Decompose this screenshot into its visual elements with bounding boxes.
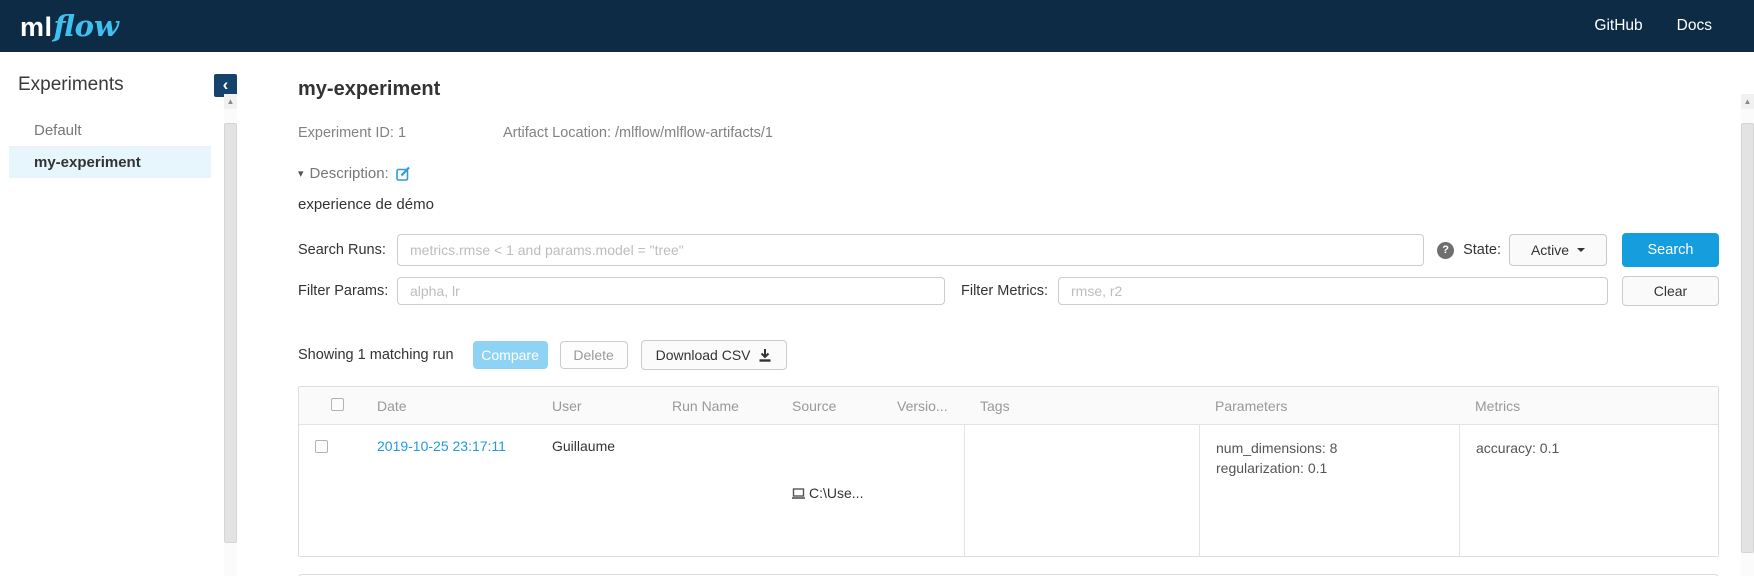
help-icon[interactable]: ? [1437,242,1454,259]
sidebar-item-default[interactable]: Default [9,115,211,147]
sidebar-item-my-experiment[interactable]: my-experiment [9,147,211,178]
runs-table: Date User Run Name Source Versio... Tags… [298,386,1719,557]
search-button[interactable]: Search [1622,233,1719,267]
artifact-location: Artifact Location: /mlflow/mlflow-artifa… [503,125,773,141]
column-header-date[interactable]: Date [361,398,536,414]
search-runs-label: Search Runs: [298,242,397,258]
download-icon [758,348,772,362]
chevron-left-icon: ‹ [223,76,229,93]
table-row: 2019-10-25 23:17:11 Guillaume C:\Use... [299,425,1718,556]
experiment-title: my-experiment [298,78,1732,101]
edit-description-icon[interactable] [396,166,411,181]
logo-ml-text: ml [20,12,53,43]
nav-docs-link[interactable]: Docs [1677,17,1712,35]
run-name-cell [656,425,776,556]
filter-params-label: Filter Params: [298,283,397,299]
delete-button[interactable]: Delete [560,341,628,369]
top-navbar: mlflow GitHub Docs [0,0,1754,52]
run-user-cell: Guillaume [536,425,656,556]
search-runs-input[interactable] [397,234,1424,266]
state-label: State: [1463,242,1501,258]
column-header-version[interactable]: Versio... [881,398,964,414]
row-checkbox[interactable] [315,440,328,453]
scroll-up-arrow-icon[interactable]: ▲ [1741,94,1754,109]
experiment-meta: Experiment ID: 1 Artifact Location: /mlf… [298,125,1732,141]
sidebar-scrollbar-thumb[interactable] [224,123,237,543]
description-caret-icon[interactable]: ▾ [298,167,304,180]
run-metrics-cell: accuracy: 0.1 [1459,425,1718,556]
description-label[interactable]: Description: [310,165,389,182]
sidebar-title: Experiments [18,74,124,96]
select-all-checkbox[interactable] [331,398,344,411]
main-scrollbar[interactable]: ▲ [1741,94,1754,576]
column-header-source[interactable]: Source [776,398,881,414]
run-date-link[interactable]: 2019-10-25 23:17:11 [377,438,506,454]
column-header-user[interactable]: User [536,398,656,414]
logo-flow-text: flow [54,9,119,43]
download-csv-button[interactable]: Download CSV [641,340,787,370]
run-parameters-cell: num_dimensions: 8 regularization: 0.1 [1199,425,1459,556]
column-header-parameters[interactable]: Parameters [1199,398,1459,414]
run-version-cell [881,425,964,556]
filter-params-input[interactable] [397,277,945,305]
navbar-links: GitHub Docs [1594,17,1712,35]
experiment-id: Experiment ID: 1 [298,125,503,141]
clear-button[interactable]: Clear [1622,276,1719,306]
experiment-main-panel: my-experiment Experiment ID: 1 Artifact … [241,52,1754,576]
dropdown-caret-icon [1577,248,1585,252]
run-source-cell: C:\Use... [776,425,881,556]
run-tags-cell [964,425,1199,556]
experiments-sidebar: Experiments ‹ Default my-experiment ▲ [0,52,241,576]
column-header-tags[interactable]: Tags [964,398,1199,414]
nav-github-link[interactable]: GitHub [1594,17,1642,35]
mlflow-logo[interactable]: mlflow [20,9,119,43]
state-dropdown[interactable]: Active [1509,234,1607,266]
scroll-up-arrow-icon[interactable]: ▲ [224,94,237,109]
sidebar-scrollbar[interactable]: ▲ [224,94,237,576]
filter-metrics-label: Filter Metrics: [961,283,1048,299]
description-text: experience de démo [298,196,1732,213]
column-header-metrics[interactable]: Metrics [1459,398,1718,414]
column-header-run-name[interactable]: Run Name [656,398,776,414]
laptop-icon [792,488,805,499]
main-scrollbar-thumb[interactable] [1741,123,1754,553]
experiments-list: Default my-experiment [0,115,241,178]
compare-button[interactable]: Compare [473,341,548,369]
matching-runs-count: Showing 1 matching run [298,347,454,363]
runs-table-header: Date User Run Name Source Versio... Tags… [299,387,1718,425]
filter-metrics-input[interactable] [1058,277,1608,305]
